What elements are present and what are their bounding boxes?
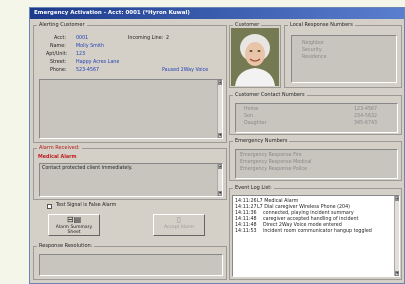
- alarm-instructions-box[interactable]: Contact protected client immediately. ▲ …: [39, 163, 223, 197]
- response-resolution-label: Response Resolution:: [37, 243, 95, 250]
- scroll-down-icon[interactable]: ▼: [218, 133, 222, 138]
- emergency-numbers-list[interactable]: Emergency Response Fire Emergency Respon…: [235, 149, 398, 179]
- event-log-scrollbar[interactable]: ▲ ▼: [394, 196, 399, 276]
- acct-value: 0001: [76, 36, 89, 41]
- name-value: Molly Smith: [76, 44, 105, 49]
- incoming-line-value: 2: [166, 36, 170, 41]
- event-log-text: incident room communicator hangup toggle…: [263, 229, 372, 234]
- event-log-group: Event Log List: 14:11:26 L7 Medical Alar…: [229, 185, 402, 280]
- window-title: Emergency Activation - Acct: 0001 (*Hyro…: [30, 8, 404, 19]
- alarm-name: Medical Alarm: [38, 155, 77, 160]
- contact-numbers-label: Customer Contact Numbers: [233, 92, 307, 99]
- customer-photo: [231, 28, 279, 86]
- street-label: Street:: [50, 60, 67, 65]
- accept-alarm-icon: ▯: [176, 215, 182, 224]
- street-value: Happy Acres Lane: [76, 60, 120, 65]
- event-log-label: Event Log List:: [233, 185, 274, 192]
- contact-name[interactable]: Home: [244, 107, 258, 113]
- phone-label: Phone:: [50, 68, 67, 73]
- scroll-down-icon[interactable]: ▼: [395, 271, 399, 276]
- accept-button-label: Accept Alarm: [163, 225, 194, 230]
- alerting-customer-group: Alerting Customer Incoming Line: 2 Acct:…: [33, 22, 227, 143]
- emergency-number-item[interactable]: Emergency Response Medical: [240, 160, 312, 166]
- acct-label: Acct:: [54, 36, 66, 41]
- summary-sheet-icon: ⊟▤: [66, 215, 82, 224]
- contact-name[interactable]: Son: [244, 114, 253, 120]
- apt-unit-value: 123: [76, 52, 86, 57]
- emergency-numbers-label: Emergency Numbers: [233, 138, 290, 145]
- apt-unit-label: Apt/Unit:: [46, 52, 68, 57]
- customer-notes-box[interactable]: ▲ ▼: [39, 79, 223, 139]
- alarm-received-group: Alarm Received: Medical Alarm Contact pr…: [33, 145, 227, 200]
- response-resolution-group: Response Resolution:: [33, 243, 227, 280]
- emergency-number-item[interactable]: Emergency Response Fire: [240, 153, 302, 159]
- notes-scrollbar[interactable]: ▲ ▼: [217, 80, 222, 138]
- response-resolution-box[interactable]: [39, 254, 223, 276]
- scroll-up-icon[interactable]: ▲: [395, 196, 399, 201]
- local-response-item[interactable]: Neighbor: [302, 41, 324, 47]
- contact-number[interactable]: 234-5632: [354, 114, 377, 120]
- scroll-up-icon[interactable]: ▲: [218, 80, 222, 85]
- local-response-group: Local Response Numbers Neighbor Security…: [284, 22, 402, 88]
- contact-name[interactable]: Daughter: [244, 121, 267, 127]
- contact-numbers-list[interactable]: Home 123-4567 Son 234-5632 Daughter 345-…: [235, 103, 398, 133]
- incoming-line-label: Incoming Line:: [128, 36, 164, 41]
- local-response-item[interactable]: Security: [302, 48, 322, 54]
- local-response-label: Local Response Numbers: [288, 22, 355, 29]
- phone-value: 523-4567: [76, 68, 100, 73]
- false-alarm-checkbox[interactable]: [47, 204, 52, 209]
- alarm-summary-sheet-button[interactable]: ⊟▤ Alarm Summary Sheet: [48, 214, 100, 236]
- local-response-item[interactable]: Residence: [302, 55, 327, 61]
- scroll-up-icon[interactable]: ▲: [218, 164, 222, 169]
- accept-alarm-button[interactable]: ▯ Accept Alarm: [153, 214, 205, 236]
- scroll-down-icon[interactable]: ▼: [218, 191, 222, 196]
- false-alarm-label: Test Signal is False Alarm: [56, 203, 117, 208]
- name-label: Name:: [50, 44, 66, 49]
- event-log-time: 14:11:53: [235, 229, 257, 234]
- local-response-list[interactable]: Neighbor Security Residence: [291, 35, 397, 83]
- event-log-list[interactable]: 14:11:26 L7 Medical Alarm 14:11:27 L7 Di…: [232, 195, 400, 277]
- voice-status: Paused 2Way Voice: [162, 68, 209, 73]
- instructions-scrollbar[interactable]: ▲ ▼: [217, 164, 222, 196]
- emergency-number-item[interactable]: Emergency Response Police: [240, 167, 307, 173]
- customer-portrait-image: [231, 28, 279, 86]
- contact-number[interactable]: 123-4567: [354, 107, 377, 113]
- contact-number[interactable]: 345-6743: [354, 121, 377, 127]
- alarm-instruction-text: Contact protected client immediately.: [42, 166, 133, 171]
- summary-button-label: Alarm Summary Sheet: [55, 225, 93, 235]
- contact-numbers-group: Customer Contact Numbers Home 123-4567 S…: [229, 92, 402, 135]
- alerting-customer-label: Alerting Customer: [37, 22, 87, 29]
- alarm-received-label: Alarm Received:: [37, 145, 82, 152]
- emergency-numbers-group: Emergency Numbers Emergency Response Fir…: [229, 138, 402, 181]
- emergency-activation-window: Emergency Activation - Acct: 0001 (*Hyro…: [29, 7, 405, 284]
